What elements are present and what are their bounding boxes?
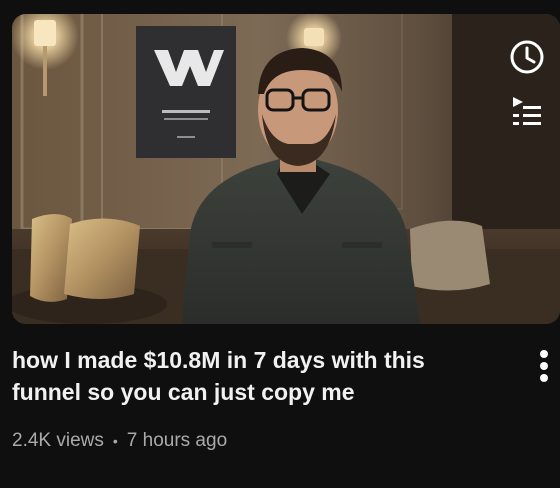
video-title[interactable]: how I made $10.8M in 7 days with this fu… — [12, 344, 482, 408]
upload-age: 7 hours ago — [126, 430, 228, 451]
add-to-queue-icon — [513, 97, 541, 125]
watch-later-button[interactable] — [504, 34, 550, 80]
thumbnail-image — [12, 14, 560, 324]
video-thumbnail[interactable] — [12, 14, 560, 324]
more-actions-button[interactable] — [528, 346, 560, 386]
meta-separator: • — [112, 433, 118, 449]
video-metadata: 2.4K views • 7 hours ago — [12, 428, 227, 454]
clock-icon — [510, 40, 544, 74]
video-card[interactable]: how I made $10.8M in 7 days with this fu… — [0, 0, 560, 488]
view-count: 2.4K views — [12, 430, 104, 451]
add-to-queue-button[interactable] — [504, 88, 550, 134]
more-vertical-icon — [540, 350, 548, 382]
